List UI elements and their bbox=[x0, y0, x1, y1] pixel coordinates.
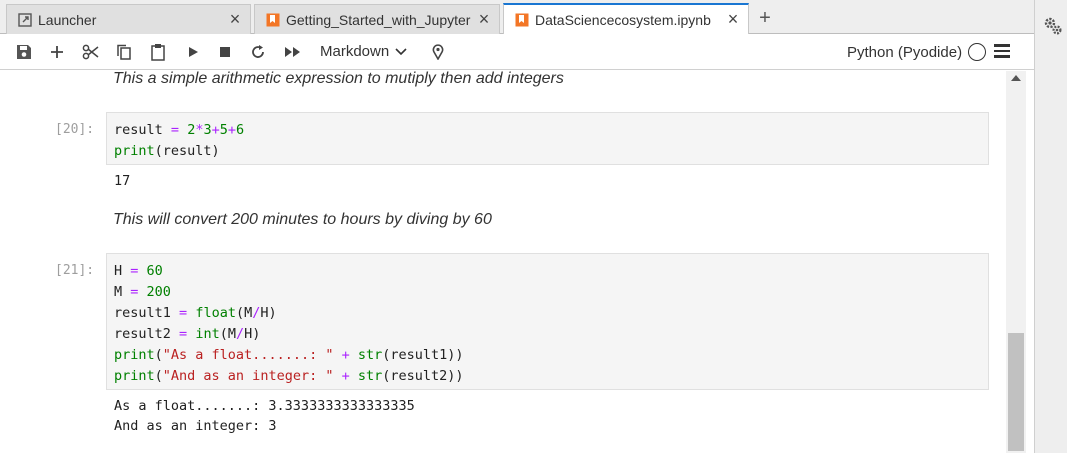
run-icon[interactable] bbox=[183, 42, 203, 62]
execution-count-20: [20]: bbox=[55, 122, 95, 137]
close-icon[interactable]: × bbox=[475, 9, 493, 29]
notebook-toolbar: Markdown Python (Pyodide) bbox=[0, 34, 1034, 70]
cell-output-21-line2: And as an integer: 3 bbox=[114, 418, 277, 434]
tab-label: DataSciencecosystem.ipynb bbox=[535, 11, 711, 28]
tab-getting-started[interactable]: Getting_Started_with_Jupyter × bbox=[254, 4, 500, 34]
code-line: result = 2*3+5+6 bbox=[114, 122, 245, 138]
code-line: M = 200 bbox=[114, 284, 171, 300]
markdown-cell-convert[interactable]: This will convert 200 minutes to hours b… bbox=[113, 211, 492, 229]
tab-bar: Launcher × Getting_Started_with_Jupyter … bbox=[0, 0, 1034, 34]
code-line: print("And as an integer: " + str(result… bbox=[114, 368, 464, 384]
cell-type-dropdown[interactable]: Markdown bbox=[320, 43, 407, 60]
kernel-status-idle-icon bbox=[968, 43, 986, 61]
copy-icon[interactable] bbox=[114, 42, 134, 62]
notebook-icon bbox=[514, 12, 529, 27]
tab-label: Getting_Started_with_Jupyter bbox=[286, 11, 471, 28]
location-pin-icon[interactable] bbox=[428, 42, 448, 62]
paste-icon[interactable] bbox=[148, 42, 168, 62]
code-line: result2 = int(M/H) bbox=[114, 326, 261, 342]
kernel-name[interactable]: Python (Pyodide) bbox=[847, 44, 962, 61]
notebook-panel: This a simple arithmetic expression to m… bbox=[0, 71, 1006, 453]
new-tab-button[interactable]: + bbox=[752, 6, 778, 30]
right-sidebar bbox=[1034, 0, 1067, 453]
execution-count-21: [21]: bbox=[55, 263, 95, 278]
cell-output-21-line1: As a float.......: 3.3333333333333335 bbox=[114, 398, 415, 414]
markdown-cell-arithmetic[interactable]: This a simple arithmetic expression to m… bbox=[113, 71, 564, 88]
notebook-gutter bbox=[1026, 71, 1034, 453]
tab-datasciencecosystem[interactable]: DataSciencecosystem.ipynb × bbox=[503, 3, 749, 34]
cell-output-20: 17 bbox=[114, 173, 131, 189]
code-line: print(result) bbox=[114, 143, 220, 159]
save-icon[interactable] bbox=[14, 42, 34, 62]
code-line: result1 = float(M/H) bbox=[114, 305, 277, 321]
code-cell-21[interactable]: H = 60 M = 200 result1 = float(M/H) resu… bbox=[106, 253, 989, 390]
stop-icon[interactable] bbox=[215, 42, 235, 62]
run-all-icon[interactable] bbox=[283, 42, 303, 62]
code-cell-20[interactable]: result = 2*3+5+6 print(result) bbox=[106, 112, 989, 165]
notebook-icon bbox=[265, 12, 280, 27]
close-icon[interactable]: × bbox=[226, 9, 244, 29]
chevron-down-icon bbox=[395, 47, 407, 56]
notebook-scrollbar[interactable] bbox=[1006, 71, 1026, 453]
close-icon[interactable]: × bbox=[724, 9, 742, 29]
menu-icon[interactable] bbox=[994, 44, 1010, 60]
scrollbar-thumb[interactable] bbox=[1008, 333, 1024, 451]
code-line: H = 60 bbox=[114, 263, 163, 279]
launcher-icon bbox=[17, 12, 32, 27]
tab-launcher[interactable]: Launcher × bbox=[6, 4, 251, 34]
add-cell-icon[interactable] bbox=[47, 42, 67, 62]
restart-icon[interactable] bbox=[248, 42, 268, 62]
property-inspector-gear-icon[interactable] bbox=[1043, 16, 1063, 36]
tab-label: Launcher bbox=[38, 11, 97, 28]
scroll-up-arrow-icon[interactable] bbox=[1011, 75, 1021, 81]
cell-type-label: Markdown bbox=[320, 43, 390, 60]
cut-icon[interactable] bbox=[81, 42, 101, 62]
code-line: print("As a float.......: " + str(result… bbox=[114, 347, 464, 363]
